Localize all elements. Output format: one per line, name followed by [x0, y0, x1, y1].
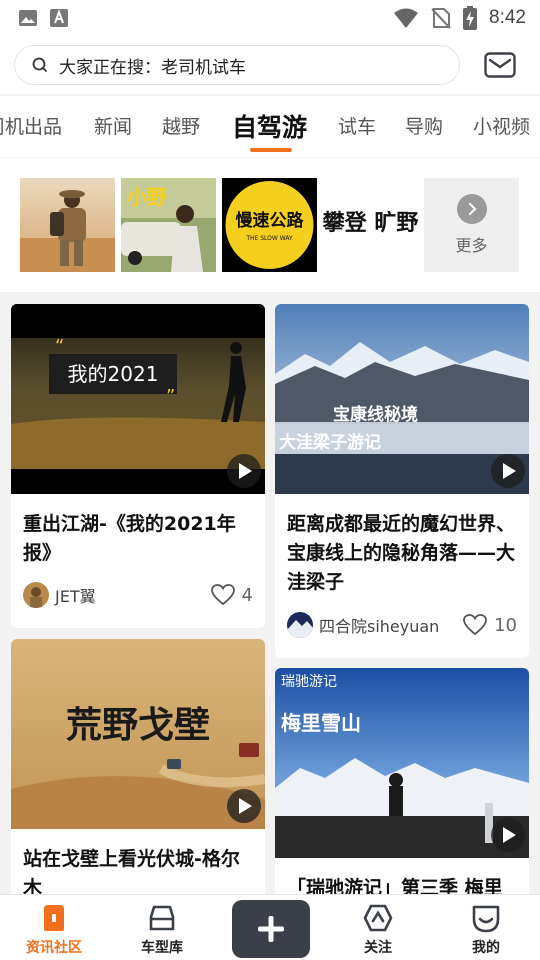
card-overlay-line1: 宝康线秘境 [333, 404, 418, 425]
nav-label: 车型库 [141, 940, 183, 956]
search-input[interactable]: 大家正在搜：老司机试车 [14, 45, 460, 85]
tab-news[interactable]: 新闻 [94, 112, 132, 139]
card-author-row: JET翼 4 [23, 582, 253, 608]
chevron-right-icon [456, 194, 487, 224]
follow-icon [363, 904, 393, 932]
image-icon [19, 10, 37, 26]
heart-icon [463, 614, 487, 636]
tab-offroad[interactable]: 越野 [162, 112, 200, 139]
card-overlay-text: 荒野戈壁 [66, 704, 210, 746]
smile-icon [472, 905, 500, 933]
heart-icon [210, 584, 235, 606]
card-title: 重出江湖-《我的2021年报》 [23, 513, 236, 564]
topic-slow-road[interactable]: 慢速公路 THE SLOW WAY [222, 178, 317, 272]
topic-woman-car[interactable]: 小野 [121, 178, 216, 272]
like-count: 4 [241, 584, 253, 606]
plus-icon [258, 916, 284, 942]
topic-hiker[interactable] [20, 178, 115, 272]
card-title: 距离成都最近的魔幻世界、宝康线上的隐秘角落——大洼梁子 [287, 513, 516, 593]
bottom-nav: 资讯社区 车型库 关注 我的 [0, 894, 540, 960]
play-icon [491, 818, 525, 852]
nav-news-community[interactable]: 资讯社区 [14, 903, 94, 957]
play-icon [227, 454, 261, 488]
car-icon [149, 905, 175, 931]
search-icon [32, 57, 48, 73]
active-tab-indicator [250, 148, 292, 152]
wifi-icon [394, 8, 419, 28]
battery-charging-icon [463, 6, 478, 30]
home-icon [44, 905, 64, 931]
author-avatar[interactable] [287, 612, 313, 638]
like-count: 10 [494, 614, 517, 636]
card-overlay-text: 我的2021 [68, 362, 159, 386]
topic-overlay-text: 小野 [127, 185, 167, 209]
author-name[interactable]: JET翼 [55, 583, 96, 607]
like-button[interactable]: 4 [210, 583, 253, 607]
topic-climb-wilderness[interactable]: 攀登 旷野 [323, 178, 418, 272]
card-overlay-line2: 大洼梁子游记 [279, 432, 381, 453]
like-button[interactable]: 10 [462, 613, 517, 637]
nav-label: 关注 [364, 940, 392, 956]
tab-test-drive[interactable]: 试车 [338, 112, 376, 139]
add-post-button[interactable] [232, 900, 310, 958]
play-icon [227, 789, 261, 823]
more-label: 更多 [455, 236, 488, 255]
tab-short-video[interactable]: 小视频 [473, 112, 530, 139]
feed-card[interactable]: “ ” 我的2021 重出江湖-《我的2021年报》 JET翼 4 [11, 304, 265, 628]
nav-follow[interactable]: 关注 [338, 903, 418, 957]
search-row: 大家正在搜：老司机试车 [0, 36, 540, 94]
slow-road-logo-sub: THE SLOW WAY [245, 235, 293, 242]
author-avatar[interactable] [23, 582, 49, 608]
text-a-icon [50, 9, 68, 27]
play-icon [491, 454, 525, 488]
author-name[interactable]: 四合院siheyuan [319, 613, 439, 637]
nav-profile[interactable]: 我的 [446, 903, 526, 957]
nav-car-models[interactable]: 车型库 [122, 903, 202, 957]
nav-label: 我的 [472, 940, 500, 956]
card-overlay-text: 梅里雪山 [281, 711, 361, 735]
mail-icon[interactable] [484, 52, 516, 78]
card-author-row: 四合院siheyuan 10 [287, 612, 517, 638]
tab-buying-guide[interactable]: 导购 [405, 112, 443, 139]
tab-driver-originals[interactable]: 司机出品 [0, 112, 62, 139]
tab-self-drive[interactable]: 自驾游 [232, 108, 307, 144]
topic-more-button[interactable]: 更多 [424, 178, 519, 272]
status-time: 8:42 [489, 7, 526, 28]
card-brand-text: 瑞驰游记 [281, 674, 337, 690]
no-sim-icon [431, 8, 451, 29]
search-hint: 大家正在搜：老司机试车 [59, 57, 246, 78]
nav-label: 资讯社区 [26, 940, 82, 956]
slow-road-logo-text: 慢速公路 [236, 210, 305, 231]
svg-text:”: ” [166, 386, 175, 407]
status-bar: 8:42 [0, 0, 540, 36]
calligraphy-logo-text: 攀登 旷野 [323, 210, 418, 236]
feed-card[interactable]: 宝康线秘境 大洼梁子游记 距离成都最近的魔幻世界、宝康线上的隐秘角落——大洼梁子… [275, 304, 529, 658]
svg-text:“: “ [55, 336, 64, 357]
topic-strip: 小野 慢速公路 THE SLOW WAY 攀登 旷野 更多 [0, 158, 540, 292]
